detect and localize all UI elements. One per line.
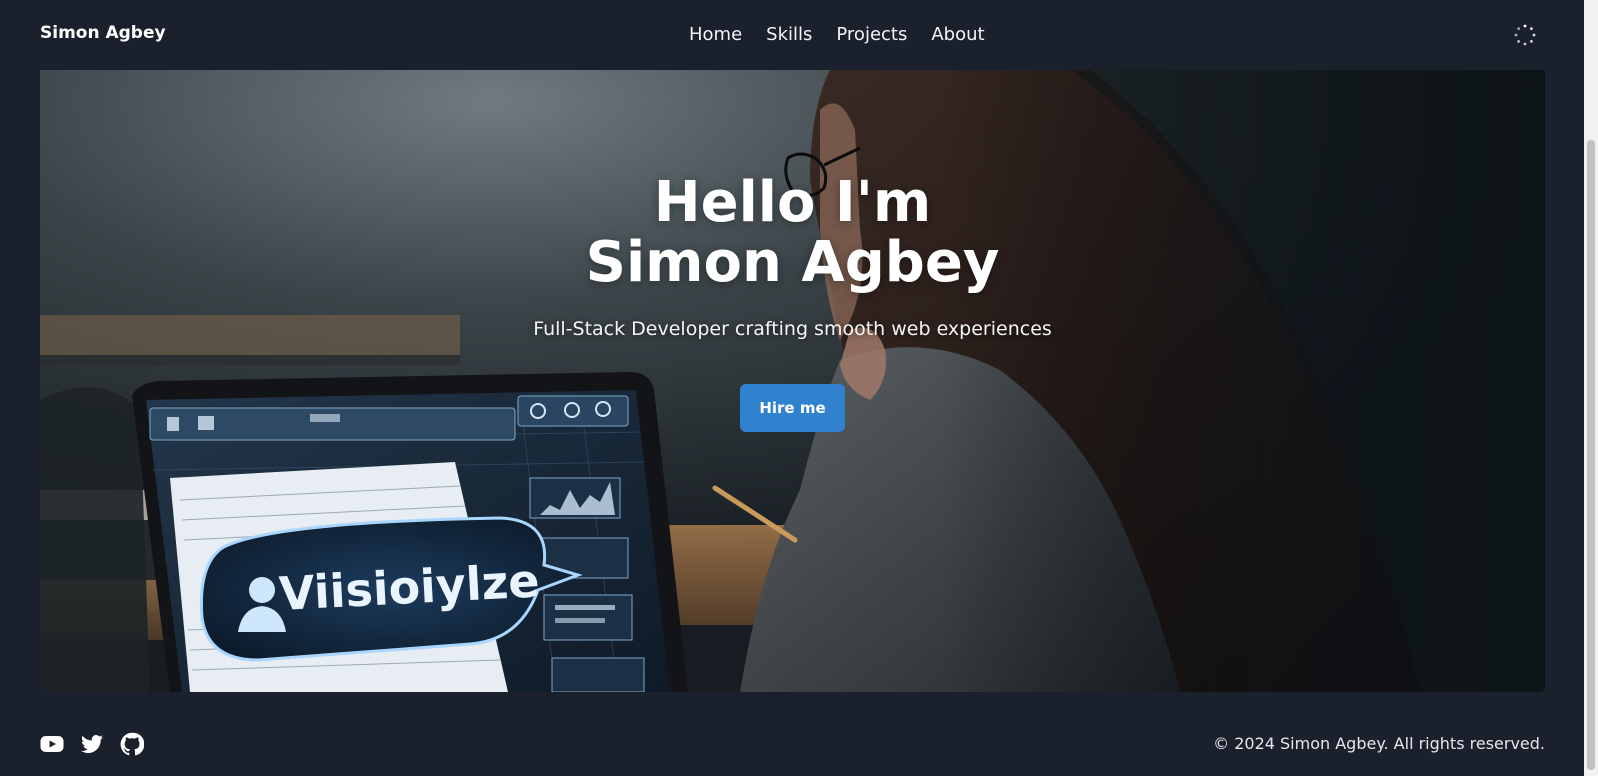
hero-content: Hello I'm Simon Agbey Full-Stack Develop… [40, 70, 1545, 692]
nav-link-home[interactable]: Home [689, 22, 742, 48]
social-links [40, 732, 144, 756]
nav-link-projects[interactable]: Projects [836, 22, 907, 48]
hero-title: Hello I'm Simon Agbey [40, 173, 1545, 293]
github-icon[interactable] [120, 732, 144, 756]
hero-title-line-1: Hello I'm [653, 170, 932, 235]
hero-title-line-2: Simon Agbey [585, 230, 1000, 295]
nav-links: Home Skills Projects About [689, 22, 1009, 48]
page-scrollbar[interactable] [1584, 0, 1598, 776]
nav-link-about[interactable]: About [931, 22, 984, 48]
hire-me-button[interactable]: Hire me [740, 384, 845, 432]
hero-subtitle: Full-Stack Developer crafting smooth web… [533, 318, 1052, 340]
loading-spinner-icon[interactable] [1513, 23, 1537, 47]
youtube-icon[interactable] [40, 732, 64, 756]
hero-section: Viisioiylze Hello I'm Simon Agbey Full-S… [40, 70, 1545, 692]
twitter-icon[interactable] [80, 732, 104, 756]
scrollbar-thumb[interactable] [1587, 140, 1595, 770]
navbar: Simon Agbey Home Skills Projects About [0, 0, 1584, 70]
copyright-text: © 2024 Simon Agbey. All rights reserved. [1213, 734, 1545, 753]
nav-link-skills[interactable]: Skills [766, 22, 812, 48]
brand-logo[interactable]: Simon Agbey [40, 23, 166, 43]
page: Simon Agbey Home Skills Projects About V… [0, 0, 1598, 776]
